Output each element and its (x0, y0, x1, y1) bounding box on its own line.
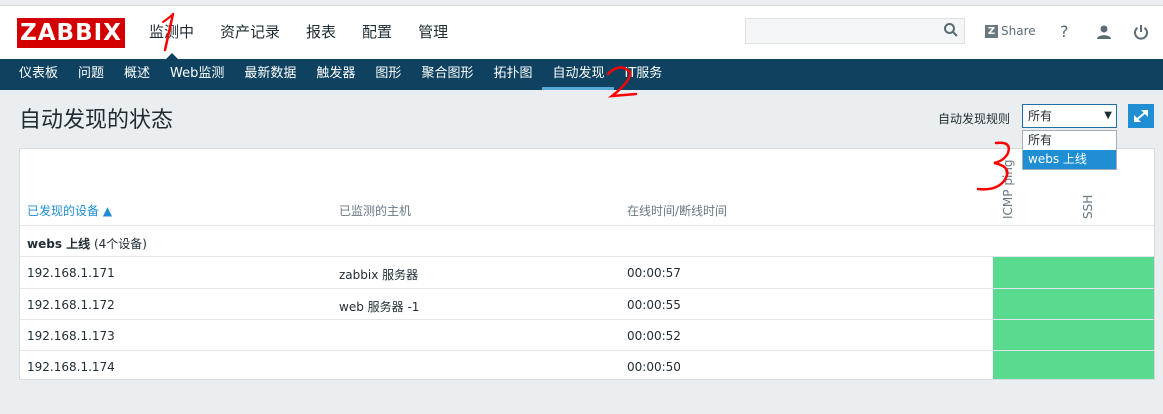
discovery-rule-label: 自动发现规则 (938, 112, 1011, 126)
menu-inventory[interactable]: 资产记录 (211, 6, 289, 60)
sub-menu: 仪表板 问题 概述 Web监测 最新数据 触发器 图形 聚合图形 拓扑图 自动发… (0, 59, 1163, 90)
discovery-rule-select[interactable]: 所有 ▼ (1022, 104, 1117, 128)
select-value: 所有 (1028, 109, 1053, 123)
monitored-host: web 服务器 -1 (339, 300, 420, 314)
group-row: webs 上线 (4个设备) (20, 226, 1154, 256)
device-ip: 192.168.1.174 (27, 360, 115, 374)
chevron-down-icon: ▼ (1104, 110, 1112, 121)
uptime: 00:00:50 (627, 360, 681, 374)
submenu-it-services[interactable]: IT服务 (614, 59, 672, 90)
search-icon[interactable] (943, 22, 959, 38)
search-input[interactable] (745, 18, 965, 44)
submenu-graphs[interactable]: 图形 (365, 59, 411, 90)
zabbix-logo[interactable]: ZABBIX (17, 18, 125, 48)
column-host: 已监测的主机 (339, 204, 412, 218)
status-up-cell (993, 257, 1154, 288)
column-uptime: 在线时间/断线时间 (627, 204, 728, 218)
share-icon: Z (985, 24, 998, 38)
dropdown-option-all[interactable]: 所有 (1023, 131, 1116, 150)
status-up-cell (993, 320, 1154, 351)
device-ip: 192.168.1.172 (27, 298, 115, 312)
column-icmp: ICMP ping (1001, 159, 1015, 220)
main-menu: 监测中 资产记录 报表 配置 管理 (140, 6, 465, 60)
menu-configuration[interactable]: 配置 (353, 6, 401, 60)
submenu-screens[interactable]: 聚合图形 (411, 59, 483, 90)
monitored-host: zabbix 服务器 (339, 268, 419, 282)
menu-reports[interactable]: 报表 (297, 6, 345, 60)
page-title: 自动发现的状态 (19, 108, 174, 133)
fullscreen-icon (1134, 110, 1148, 122)
table-row: 192.168.1.172 web 服务器 -1 00:00:55 (20, 289, 1154, 320)
device-ip: 192.168.1.173 (27, 329, 115, 343)
group-name: webs 上线 (27, 237, 91, 251)
submenu-triggers[interactable]: 触发器 (306, 59, 365, 90)
submenu-web[interactable]: Web监测 (160, 59, 234, 90)
uptime: 00:00:52 (627, 329, 681, 343)
submenu-overview[interactable]: 概述 (114, 59, 160, 90)
menu-monitoring[interactable]: 监测中 (140, 6, 203, 60)
menu-administration[interactable]: 管理 (409, 6, 457, 60)
uptime: 00:00:55 (627, 298, 681, 312)
share-link[interactable]: Z Share (985, 24, 1036, 38)
uptime: 00:00:57 (627, 266, 681, 280)
column-ssh: SSH (1081, 194, 1095, 219)
submenu-problems[interactable]: 问题 (68, 59, 114, 90)
share-label: Share (1001, 24, 1036, 38)
submenu-maps[interactable]: 拓扑图 (483, 59, 542, 90)
user-icon[interactable] (1096, 24, 1112, 40)
status-up-cell (993, 289, 1154, 320)
submenu-discovery[interactable]: 自动发现 (542, 59, 615, 90)
group-count: (4个设备) (93, 237, 147, 251)
top-bar: ZABBIX 监测中 资产记录 报表 配置 管理 Z Share ? (0, 5, 1163, 60)
submenu-latest-data[interactable]: 最新数据 (234, 59, 306, 90)
discovery-table: 已发现的设备 ▲ 已监测的主机 在线时间/断线时间 ICMP ping SSH … (19, 148, 1155, 380)
fullscreen-button[interactable] (1128, 104, 1154, 128)
help-button[interactable]: ? (1060, 22, 1069, 41)
submenu-dashboard[interactable]: 仪表板 (9, 59, 68, 90)
power-icon[interactable] (1133, 24, 1149, 40)
column-device[interactable]: 已发现的设备 ▲ (27, 202, 112, 219)
table-row: 192.168.1.173 00:00:52 (20, 320, 1154, 351)
table-row: 192.168.1.174 00:00:50 (20, 351, 1154, 379)
group-title: webs 上线 (4个设备) (27, 235, 147, 252)
discovery-rule-dropdown: 所有 webs 上线 (1022, 130, 1117, 170)
device-ip: 192.168.1.171 (27, 266, 115, 280)
dropdown-option-webs[interactable]: webs 上线 (1023, 150, 1116, 169)
status-up-cell (993, 351, 1154, 379)
table-row: 192.168.1.171 zabbix 服务器 00:00:57 (20, 257, 1154, 288)
